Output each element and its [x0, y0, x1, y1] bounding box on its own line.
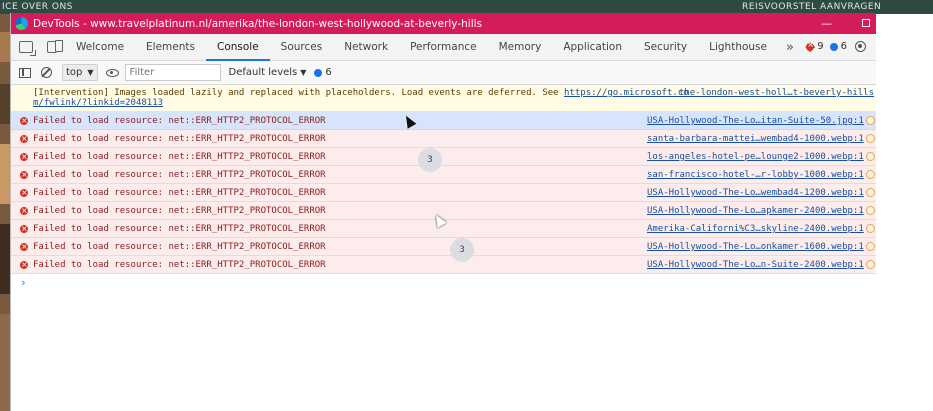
console-error-row[interactable]: Failed to load resource: net::ERR_HTTP2_… [11, 166, 876, 184]
screen: ICE OVER ONS REISVOORSTEL AANVRAGEN DevT… [0, 0, 933, 411]
error-message: Failed to load resource: net::ERR_HTTP2_… [33, 188, 326, 198]
devtools-window: DevTools - www.travelplatinum.nl/amerika… [10, 13, 876, 411]
error-source-link[interactable]: los-angeles-hotel-pe…lounge2-1000.webp:1 [647, 148, 864, 166]
click-count-badge: 3 [450, 238, 474, 262]
network-request-icon[interactable] [866, 260, 875, 269]
issues-button-count: 6 [325, 67, 332, 78]
intervention-source-link[interactable]: the-london-west-holl…t-beverly-hills [679, 88, 874, 98]
more-tabs-icon[interactable]: » [786, 40, 794, 55]
chevron-down-icon: ▼ [87, 68, 94, 77]
intervention-link[interactable]: https://go.microsoft.co [564, 88, 689, 98]
tab-elements[interactable]: Elements [135, 34, 206, 61]
error-message: Failed to load resource: net::ERR_HTTP2_… [33, 116, 326, 126]
error-icon [20, 112, 28, 130]
error-message: Failed to load resource: net::ERR_HTTP2_… [33, 242, 326, 252]
console-toolbar: top ▼ Default levels ▼ 6 [11, 61, 876, 85]
error-message: Failed to load resource: net::ERR_HTTP2_… [33, 152, 326, 162]
network-request-icon[interactable] [866, 206, 875, 215]
maximize-button[interactable] [862, 19, 870, 27]
error-icon [20, 220, 28, 238]
issue-count-icon [829, 42, 838, 51]
context-selector-value: top [66, 67, 83, 78]
chevron-down-icon: ▼ [300, 68, 307, 77]
error-source-link[interactable]: USA-Hollywood-The-Lo…apkamer-2400.webp:1 [647, 202, 864, 220]
intervention-link-continued[interactable]: m/fwlink/?linkid=2048113 [33, 98, 163, 108]
error-message: Failed to load resource: net::ERR_HTTP2_… [33, 134, 326, 144]
error-icon [20, 202, 28, 220]
console-error-row[interactable]: Failed to load resource: net::ERR_HTTP2_… [11, 148, 876, 166]
window-title: DevTools - www.travelplatinum.nl/amerika… [33, 17, 483, 30]
device-emulation-icon[interactable] [47, 40, 63, 53]
tab-application[interactable]: Application [552, 34, 633, 61]
error-source-link[interactable]: USA-Hollywood-The-Lo…itan-Suite-50.jpg:1 [647, 112, 864, 130]
intervention-message: [Intervention] Images loaded lazily and … [11, 85, 876, 112]
issues-button[interactable]: 6 [314, 67, 332, 78]
error-icon [20, 238, 28, 256]
network-request-icon[interactable] [866, 134, 875, 143]
inspect-element-icon[interactable] [19, 41, 36, 56]
live-expression-eye-icon[interactable] [105, 68, 119, 77]
console-error-row[interactable]: Failed to load resource: net::ERR_HTTP2_… [11, 238, 876, 256]
error-source-link[interactable]: santa-barbara-mattei…wembad4-1000.webp:1 [647, 130, 864, 148]
issues-icon [314, 68, 323, 77]
console-error-row[interactable]: Failed to load resource: net::ERR_HTTP2_… [11, 184, 876, 202]
error-message: Failed to load resource: net::ERR_HTTP2_… [33, 206, 326, 216]
intervention-text: [Intervention] Images loaded lazily and … [33, 88, 565, 98]
error-count-icon [806, 40, 815, 51]
error-source-link[interactable]: USA-Hollywood-The-Lo…n-Suite-2400.webp:1 [647, 256, 864, 274]
tab-welcome[interactable]: Welcome [65, 34, 135, 61]
error-message: Failed to load resource: net::ERR_HTTP2_… [33, 260, 326, 270]
error-icon [20, 166, 28, 184]
error-icon [20, 256, 28, 274]
network-request-icon[interactable] [866, 116, 875, 125]
error-message: Failed to load resource: net::ERR_HTTP2_… [33, 170, 326, 180]
error-source-link[interactable]: san-francisco-hotel-…r-lobby-1000.webp:1 [647, 166, 864, 184]
network-request-icon[interactable] [866, 188, 875, 197]
filter-input[interactable] [124, 64, 221, 81]
error-source-link[interactable]: USA-Hollywood-The-Lo…wembad4-1200.webp:1 [647, 184, 864, 202]
tab-security[interactable]: Security [633, 34, 698, 61]
title-bar: DevTools - www.travelplatinum.nl/amerika… [11, 13, 876, 34]
click-count-badge: 3 [418, 148, 442, 172]
console-error-row[interactable]: Failed to load resource: net::ERR_HTTP2_… [11, 112, 876, 130]
context-selector[interactable]: top ▼ [62, 64, 98, 81]
edge-logo-icon [15, 17, 28, 30]
issue-count: 6 [840, 41, 847, 52]
background-website-image [0, 14, 10, 411]
issue-counters[interactable]: 9 6 [806, 40, 866, 52]
tab-network[interactable]: Network [333, 34, 399, 61]
network-request-icon[interactable] [866, 152, 875, 161]
tab-lighthouse[interactable]: Lighthouse [698, 34, 778, 61]
log-levels-dropdown[interactable]: Default levels ▼ [229, 67, 307, 78]
minimize-button[interactable]: — [821, 17, 832, 30]
error-message: Failed to load resource: net::ERR_HTTP2_… [33, 224, 326, 234]
show-sidebar-icon[interactable] [19, 67, 31, 78]
console-error-row[interactable]: Failed to load resource: net::ERR_HTTP2_… [11, 130, 876, 148]
console-messages: [Intervention] Images loaded lazily and … [11, 85, 876, 292]
log-levels-label: Default levels [228, 67, 298, 78]
error-icon [20, 184, 28, 202]
console-prompt[interactable]: › [11, 274, 876, 292]
background-nav-left: ICE OVER ONS [2, 2, 73, 12]
tab-sources[interactable]: Sources [270, 34, 334, 61]
settings-gear-icon[interactable] [855, 41, 866, 52]
error-icon [20, 148, 28, 166]
network-request-icon[interactable] [866, 242, 875, 251]
devtools-tab-bar: Welcome Elements Console Sources Network… [11, 34, 876, 61]
error-source-link[interactable]: USA-Hollywood-The-Lo…onkamer-1600.webp:1 [647, 238, 864, 256]
background-website-nav: ICE OVER ONS REISVOORSTEL AANVRAGEN [0, 0, 933, 14]
tab-console[interactable]: Console [205, 34, 270, 61]
network-request-icon[interactable] [866, 224, 875, 233]
error-count: 9 [817, 41, 824, 52]
network-request-icon[interactable] [866, 170, 875, 179]
console-error-row[interactable]: Failed to load resource: net::ERR_HTTP2_… [11, 256, 876, 274]
error-icon [20, 130, 28, 148]
clear-console-icon[interactable] [41, 67, 52, 78]
tab-memory[interactable]: Memory [488, 34, 553, 61]
error-source-link[interactable]: Amerika-Californi%C3…skyline-2400.webp:1 [647, 220, 864, 238]
tab-performance[interactable]: Performance [399, 34, 488, 61]
background-nav-right: REISVOORSTEL AANVRAGEN [742, 2, 882, 12]
